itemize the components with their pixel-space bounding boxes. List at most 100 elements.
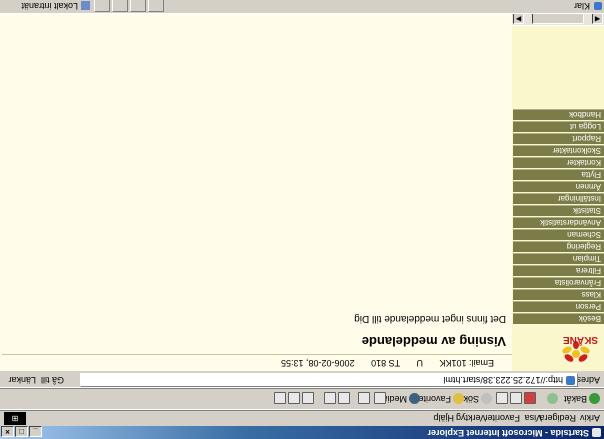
research-button[interactable] (274, 392, 286, 406)
status-page-icon (594, 2, 602, 10)
media-label: Media (382, 394, 407, 404)
sidebar-item-installningar[interactable]: Inställningar (513, 193, 604, 204)
close-button[interactable]: × (1, 426, 14, 437)
user-info-line: Email: 101KK U TS 810 2006-02-08, 13:55 (267, 358, 494, 368)
menu-edit[interactable]: Redigera (539, 411, 576, 425)
browser-window: Startsida - Microsoft Internet Explorer … (0, 0, 604, 439)
print-icon (338, 392, 350, 405)
logo-text: SKÅNE (562, 334, 598, 345)
discuss-button[interactable] (302, 392, 314, 406)
scroll-right-icon[interactable]: ▶ (513, 13, 524, 24)
status-cell (94, 0, 110, 12)
scroll-thumb[interactable] (532, 13, 584, 24)
user-role: U (416, 358, 423, 368)
page-title: Visning av meddelande (361, 334, 506, 349)
sidebar-scrollbar[interactable]: ◀ ▶ (512, 13, 604, 26)
sidebar-item-handbok[interactable]: Handbok (513, 109, 604, 120)
search-button[interactable]: Sök (463, 392, 492, 406)
home-button[interactable] (496, 392, 508, 406)
discuss-icon (302, 392, 314, 405)
status-cell (112, 0, 128, 12)
favorites-star-icon (453, 392, 464, 404)
history-icon (374, 392, 386, 405)
message-text: Det finns inget meddelande till Dig (354, 313, 506, 324)
address-bar: Adress http://172.25.223.38/start.html G… (0, 372, 604, 388)
address-url: http://172.25.223.38/start.html (443, 375, 563, 385)
edit-icon (324, 392, 336, 405)
stop-button[interactable] (524, 392, 536, 406)
sidebar-item-statistik[interactable]: Statistik (513, 205, 604, 216)
sidebar-item-rapport[interactable]: Rapport (513, 133, 604, 144)
history-button[interactable] (374, 392, 386, 406)
messenger-button[interactable] (288, 392, 300, 406)
school-code: TS 810 (371, 358, 401, 368)
address-input[interactable]: http://172.25.223.38/start.html (80, 373, 578, 387)
search-icon (481, 392, 492, 404)
sidebar-item-logga-ut[interactable]: Logga ut (513, 121, 604, 132)
sidebar-item-filtrera[interactable]: Filtrera (513, 265, 604, 276)
intranet-icon (81, 0, 90, 10)
sidebar-item-flytta[interactable]: Flytta (513, 169, 604, 180)
security-zone: Lokalt intranät (21, 0, 90, 13)
sidebar-item-klass[interactable]: Klass (513, 289, 604, 300)
links-button[interactable]: Länkar (8, 372, 36, 388)
menu-file[interactable]: Arkiv (580, 411, 600, 425)
back-label: Bakåt (563, 394, 587, 404)
sidebar-item-reglering[interactable]: Reglering (513, 241, 604, 252)
menu-bar: Arkiv Redigera Visa Favoriter Verktyg Hj… (0, 411, 604, 425)
menu-help[interactable]: Hjälp (433, 411, 454, 425)
go-button[interactable]: Gå till (41, 372, 64, 388)
maximize-button[interactable]: □ (15, 426, 28, 437)
minimize-button[interactable]: _ (29, 426, 42, 437)
status-cell (130, 0, 146, 12)
header-divider (2, 354, 512, 355)
favorites-label: Favoriter (415, 394, 451, 404)
menu-tools[interactable]: Verktyg (456, 411, 486, 425)
status-bar: Klar Lokalt intranät (0, 0, 604, 14)
stop-icon (524, 392, 536, 405)
sidebar-item-franvarolista[interactable]: Frånvarolista (513, 277, 604, 288)
back-arrow-icon (589, 392, 600, 404)
page-icon (566, 376, 575, 385)
sidebar: SKÅNE Besök Person Klass Frånvarolista F… (512, 13, 604, 371)
edit-button[interactable] (324, 392, 336, 406)
print-button[interactable] (338, 392, 350, 406)
windows-flag-icon: ⊞ (4, 412, 26, 425)
sidebar-item-amnen[interactable]: Ämnen (513, 181, 604, 192)
sidebar-item-anvandarstatistik[interactable]: Användarstatistik (513, 217, 604, 228)
page-content: SKÅNE Besök Person Klass Frånvarolista F… (0, 13, 604, 371)
favorites-button[interactable]: Favoriter (415, 392, 464, 406)
sidebar-item-skolkontakter[interactable]: Skolkontakter (513, 145, 604, 156)
main-panel: Email: 101KK U TS 810 2006-02-08, 13:55 … (0, 14, 512, 371)
user-email: Email: 101KK (439, 358, 494, 368)
media-button[interactable]: Media (382, 392, 420, 406)
status-cell (148, 0, 164, 12)
sidebar-item-kontakter[interactable]: Kontakter (513, 157, 604, 168)
menu-favorites[interactable]: Favoriter (484, 411, 520, 425)
menu-separator (0, 409, 604, 411)
search-label: Sök (463, 394, 479, 404)
sidebar-item-besok[interactable]: Besök (513, 313, 604, 324)
forward-button[interactable] (545, 392, 558, 406)
current-datetime: 2006-02-08, 13:55 (281, 358, 355, 368)
mail-button[interactable] (358, 392, 370, 406)
zone-label: Lokalt intranät (21, 1, 78, 11)
refresh-icon (510, 392, 522, 405)
messenger-icon (288, 392, 300, 405)
back-button[interactable]: Bakåt (564, 392, 600, 406)
scroll-left-icon[interactable]: ◀ (592, 13, 603, 24)
title-bar: Startsida - Microsoft Internet Explorer … (0, 426, 604, 439)
sidebar-item-scheman[interactable]: Scheman (513, 229, 604, 240)
forward-arrow-icon (547, 392, 558, 404)
sidebar-item-timplan[interactable]: Timplan (513, 253, 604, 264)
status-text: Klar (573, 1, 590, 11)
menu-view[interactable]: Visa (525, 411, 542, 425)
skane-logo (562, 341, 590, 362)
mail-icon (358, 392, 370, 405)
home-icon (496, 392, 508, 405)
refresh-button[interactable] (510, 392, 522, 406)
sidebar-item-person[interactable]: Person (513, 301, 604, 312)
media-icon (409, 392, 420, 404)
research-icon (274, 392, 286, 405)
ie-icon (592, 428, 601, 437)
